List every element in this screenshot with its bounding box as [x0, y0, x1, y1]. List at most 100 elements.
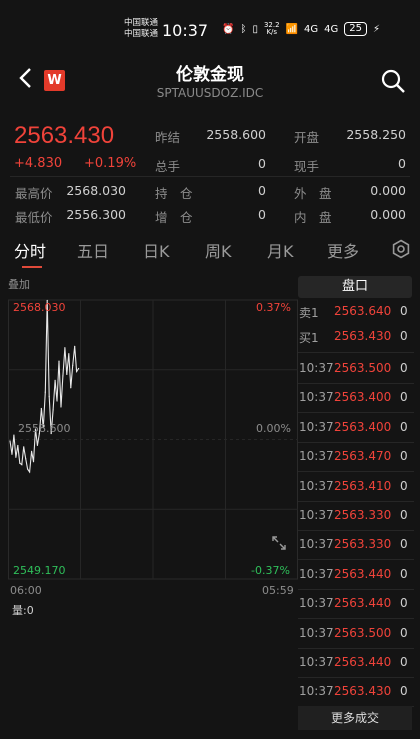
- y-mid-label: 2558.600: [18, 422, 71, 435]
- carrier-1: 中国联通: [124, 18, 159, 28]
- trade-time: 10:37: [299, 361, 334, 375]
- trade-volume: 0: [400, 419, 408, 434]
- trade-divider: [298, 647, 414, 649]
- price-point: [9, 440, 11, 442]
- tab-week-k[interactable]: 周K: [205, 238, 232, 262]
- price-point: [68, 353, 70, 355]
- prev-close-value: 2558.600: [206, 127, 266, 142]
- battery-icon: 25: [344, 22, 367, 36]
- pct-max-label: 0.37%: [256, 301, 291, 314]
- price-point: [44, 391, 46, 393]
- trade-volume: 0: [400, 508, 408, 522]
- ask-volume: 0: [400, 304, 408, 318]
- price-point: [54, 379, 56, 381]
- settings-icon[interactable]: [391, 239, 411, 259]
- trade-divider: [298, 588, 414, 590]
- more-trades-button[interactable]: 更多成交: [298, 706, 412, 730]
- trade-price: 2563.400: [334, 419, 392, 434]
- trade-volume: 0: [400, 684, 408, 699]
- trade-time: 10:37: [299, 478, 334, 493]
- price-point: [40, 407, 42, 410]
- battery-level: 25: [349, 23, 362, 34]
- price-point: [29, 471, 31, 473]
- price-point: [48, 395, 50, 398]
- order-book-title[interactable]: 盘口: [298, 276, 412, 298]
- carrier-2: 中国联通: [124, 29, 159, 39]
- trade-volume: 0: [400, 449, 408, 464]
- tab-intraday[interactable]: 分时: [14, 238, 46, 262]
- chart-tabs: 分时 五日 日K 周K 月K 更多: [0, 236, 420, 272]
- price-point: [15, 456, 17, 458]
- trade-price: 2563.410: [334, 478, 392, 493]
- tab-month-k[interactable]: 月K: [267, 238, 294, 262]
- trade-row: 10:37 2563.500 0: [298, 626, 414, 644]
- prev-close-label: 昨结: [155, 130, 181, 145]
- bid-row: 买1 2563.430 0: [298, 329, 414, 347]
- trade-divider: [298, 530, 414, 531]
- bid-volume: 0: [400, 329, 408, 343]
- trade-time: 10:37: [299, 625, 334, 640]
- trade-time: 10:37: [299, 449, 334, 464]
- price-point: [25, 458, 27, 460]
- status-icons: ⏰ ᛒ ▯ 32.2 K/s 📶 4G 4G 25 ⚡: [222, 22, 380, 36]
- trade-price: 2563.440: [334, 596, 392, 611]
- inner-value: 0.000: [370, 207, 406, 222]
- price-point: [78, 367, 80, 370]
- price-point: [13, 434, 15, 436]
- total-hands-label: 总手: [155, 159, 181, 174]
- sim2-signal: 4G: [324, 23, 339, 35]
- overlay-label[interactable]: 叠加: [8, 276, 30, 292]
- trade-volume: 0: [400, 625, 408, 640]
- price-point: [27, 468, 29, 470]
- high-label: 最高价: [15, 186, 53, 201]
- alarm-icon: ⏰: [222, 23, 235, 35]
- bid-price: 2563.430: [334, 329, 392, 343]
- trade-divider: [298, 441, 414, 443]
- symbol-code: SPTAUUSDOZ.IDC: [156, 86, 264, 100]
- trade-row: 10:37 2563.330 0: [298, 537, 414, 555]
- header: W 伦敦金现 SPTAUUSDOZ.IDC: [0, 58, 420, 106]
- search-icon[interactable]: [380, 68, 406, 94]
- trade-time: 10:37: [299, 537, 334, 552]
- price-point: [66, 373, 68, 376]
- low-value: 2556.300: [66, 207, 126, 222]
- trade-divider: [298, 383, 414, 384]
- x-start-label: 06:00: [10, 584, 42, 597]
- y-min-label: 2549.170: [13, 564, 66, 577]
- price-point: [30, 450, 33, 452]
- outer-value: 0.000: [370, 183, 406, 198]
- volume-label: 量:0: [12, 604, 34, 617]
- trade-time: 10:37: [299, 655, 334, 669]
- trade-divider: [298, 412, 414, 414]
- sim1-signal: 4G: [304, 23, 319, 35]
- trade-volume: 0: [400, 566, 408, 581]
- trade-divider: [298, 500, 414, 502]
- price-point: [74, 345, 76, 347]
- price-change: +4.830: [14, 156, 63, 171]
- status-time: 10:37: [162, 21, 209, 40]
- high-value: 2568.030: [66, 183, 126, 198]
- trade-divider: [298, 559, 414, 561]
- order-book-panel: 盘口 卖1 2563.640 0 买1 2563.430 0 10:37 2563…: [298, 276, 414, 736]
- trade-row: 10:37 2563.330 0: [298, 508, 414, 526]
- price-point: [36, 444, 39, 447]
- tab-more[interactable]: 更多: [327, 238, 359, 262]
- trade-price: 2563.470: [334, 449, 392, 464]
- position-value: 0: [258, 183, 266, 198]
- price-point: [19, 462, 21, 464]
- total-hands-value: 0: [258, 156, 266, 171]
- ask-label: 卖1: [299, 306, 319, 320]
- price-point: [62, 375, 64, 377]
- vibrate-icon: ▯: [252, 23, 258, 35]
- trade-time: 10:37: [299, 419, 334, 434]
- tab-five-day[interactable]: 五日: [77, 238, 109, 262]
- price-point: [52, 409, 54, 411]
- low-label: 最低价: [15, 210, 53, 225]
- trade-volume: 0: [400, 361, 408, 375]
- price-point: [56, 400, 58, 402]
- tab-day-k[interactable]: 日K: [143, 238, 170, 262]
- intraday-chart[interactable]: 叠加 2568.030 0.37% 2558.600 0.00% 2549.17…: [8, 272, 298, 622]
- price-point: [64, 347, 66, 349]
- expand-icon[interactable]: [272, 536, 286, 550]
- trade-price: 2563.440: [334, 655, 392, 669]
